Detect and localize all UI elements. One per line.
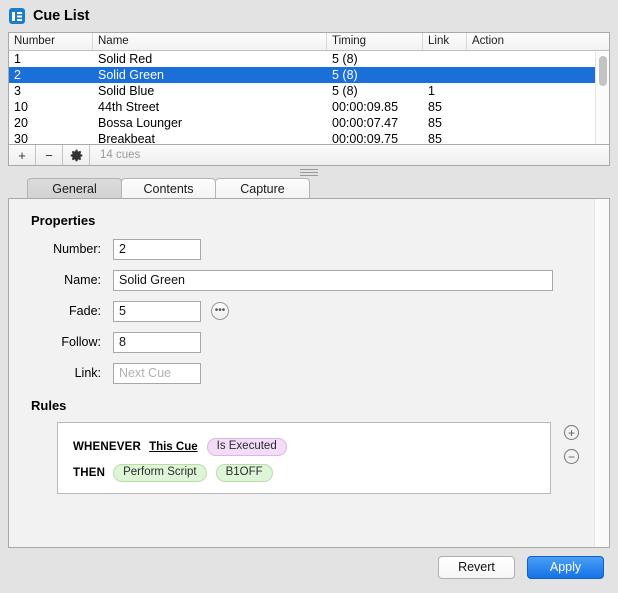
- splitter-grip-icon[interactable]: [300, 169, 318, 176]
- cell-timing: 00:00:07.47: [332, 116, 399, 130]
- number-input[interactable]: 2: [113, 238, 201, 260]
- cell-link: 85: [428, 116, 442, 130]
- properties-heading: Properties: [31, 213, 96, 228]
- scrollbar-thumb[interactable]: [599, 56, 607, 86]
- cell-number: 2: [14, 68, 21, 82]
- label-number: Number:: [53, 242, 101, 256]
- cell-number: 3: [14, 84, 21, 98]
- label-name: Name:: [64, 273, 101, 287]
- rule-action-token[interactable]: Perform Script: [113, 463, 207, 483]
- table-row[interactable]: 3 Solid Blue 5 (8) 1: [9, 83, 609, 99]
- table-row[interactable]: 10 44th Street 00:00:09.85 85: [9, 99, 609, 115]
- cue-count-status: 14 cues: [100, 149, 141, 161]
- rule-when-line: WHENEVER This Cue Is Executed: [73, 436, 550, 458]
- cue-table-body: 1 Solid Red 5 (8) 2 Solid Green 5 (8) 3 …: [9, 51, 609, 145]
- label-follow: Follow:: [61, 335, 101, 349]
- cell-timing: 5 (8): [332, 84, 358, 98]
- window-titlebar: Cue List: [0, 0, 618, 32]
- column-header-number[interactable]: Number: [9, 33, 93, 50]
- cue-settings-button[interactable]: [63, 145, 90, 165]
- cell-timing: 5 (8): [332, 52, 358, 66]
- cue-table: Number Name Timing Link Action 1 Solid R…: [8, 32, 610, 145]
- tab-capture[interactable]: Capture: [215, 178, 310, 198]
- column-header-link[interactable]: Link: [423, 33, 467, 50]
- table-row[interactable]: 30 Breakbeat 00:00:09.75 85: [9, 131, 609, 145]
- dialog-footer: Revert Apply: [0, 548, 618, 586]
- field-row-fade: Fade: 5 •••: [9, 300, 609, 322]
- cell-name: Solid Red: [98, 52, 153, 66]
- rule-then-keyword: THEN: [73, 467, 106, 479]
- page-title: Cue List: [33, 8, 90, 24]
- table-row[interactable]: 20 Bossa Lounger 00:00:07.47 85: [9, 115, 609, 131]
- rule-buttons: + −: [564, 422, 579, 473]
- rule-argument-token[interactable]: B1OFF: [215, 463, 273, 483]
- detail-tabbar: General Contents Capture: [27, 178, 618, 198]
- cell-name: Solid Green: [98, 68, 165, 82]
- field-row-number: Number: 2: [9, 238, 609, 260]
- cue-table-scrollbar[interactable]: [595, 52, 609, 144]
- field-row-name: Name: Solid Green: [9, 269, 609, 291]
- cell-number: 30: [14, 132, 28, 145]
- rules-heading: Rules: [31, 398, 67, 413]
- cue-table-toolbar: + − 14 cues: [8, 145, 610, 166]
- general-tab-panel: Properties Number: 2 Name: Solid Green F…: [8, 198, 610, 548]
- cell-link: 85: [428, 100, 442, 114]
- rule-whenever-keyword: WHENEVER: [73, 441, 142, 453]
- cell-number: 20: [14, 116, 28, 130]
- cell-action: [467, 51, 586, 67]
- revert-button[interactable]: Revert: [438, 555, 515, 579]
- cell-action: [467, 115, 586, 131]
- cell-action: [467, 131, 586, 144]
- gear-icon: [70, 149, 83, 162]
- tab-contents[interactable]: Contents: [121, 178, 216, 198]
- cell-number: 1: [14, 52, 21, 66]
- list-icon: [9, 8, 25, 24]
- remove-cue-button[interactable]: −: [36, 145, 63, 165]
- link-input[interactable]: Next Cue: [113, 362, 201, 384]
- cell-timing: 00:00:09.85: [332, 100, 399, 114]
- rule-then-line: THEN Perform Script B1OFF: [73, 462, 550, 484]
- follow-input[interactable]: 8: [113, 331, 201, 353]
- cell-link: 1: [428, 84, 435, 98]
- fade-options-button[interactable]: •••: [211, 302, 229, 320]
- cell-name: Solid Blue: [98, 84, 155, 98]
- cell-action: [467, 67, 586, 83]
- cell-number: 10: [14, 100, 28, 114]
- rule-target-link[interactable]: This Cue: [149, 441, 198, 453]
- cell-action: [467, 83, 586, 99]
- cue-table-header: Number Name Timing Link Action: [9, 33, 609, 51]
- add-cue-button[interactable]: +: [9, 145, 36, 165]
- cell-name: Bossa Lounger: [98, 116, 183, 130]
- cell-link: [423, 51, 467, 67]
- tab-general[interactable]: General: [27, 178, 122, 198]
- rule-editor[interactable]: WHENEVER This Cue Is Executed THEN Perfo…: [57, 422, 551, 494]
- table-row[interactable]: 2 Solid Green 5 (8): [9, 67, 609, 83]
- column-header-name[interactable]: Name: [93, 33, 327, 50]
- rules-area: WHENEVER This Cue Is Executed THEN Perfo…: [57, 422, 609, 494]
- cell-link: 85: [428, 132, 442, 145]
- name-input[interactable]: Solid Green: [113, 269, 553, 291]
- label-link: Link:: [74, 366, 101, 380]
- panel-scrollbar[interactable]: [594, 199, 609, 547]
- cell-link: [423, 67, 467, 83]
- cell-name: Breakbeat: [98, 132, 155, 145]
- apply-button[interactable]: Apply: [527, 555, 604, 579]
- add-rule-button[interactable]: +: [564, 425, 579, 440]
- cell-timing: 00:00:09.75: [332, 132, 399, 145]
- cell-action: [467, 99, 586, 115]
- column-header-timing[interactable]: Timing: [327, 33, 423, 50]
- table-row[interactable]: 1 Solid Red 5 (8): [9, 51, 609, 67]
- column-header-action[interactable]: Action: [467, 33, 586, 50]
- field-row-link: Link: Next Cue: [9, 362, 609, 384]
- cell-timing: 5 (8): [332, 68, 358, 82]
- pane-splitter[interactable]: [0, 166, 618, 178]
- remove-rule-button[interactable]: −: [564, 449, 579, 464]
- cell-name: 44th Street: [98, 100, 160, 114]
- rule-event-token[interactable]: Is Executed: [206, 437, 287, 457]
- label-fade: Fade:: [69, 304, 101, 318]
- fade-input[interactable]: 5: [113, 300, 201, 322]
- field-row-follow: Follow: 8: [9, 331, 609, 353]
